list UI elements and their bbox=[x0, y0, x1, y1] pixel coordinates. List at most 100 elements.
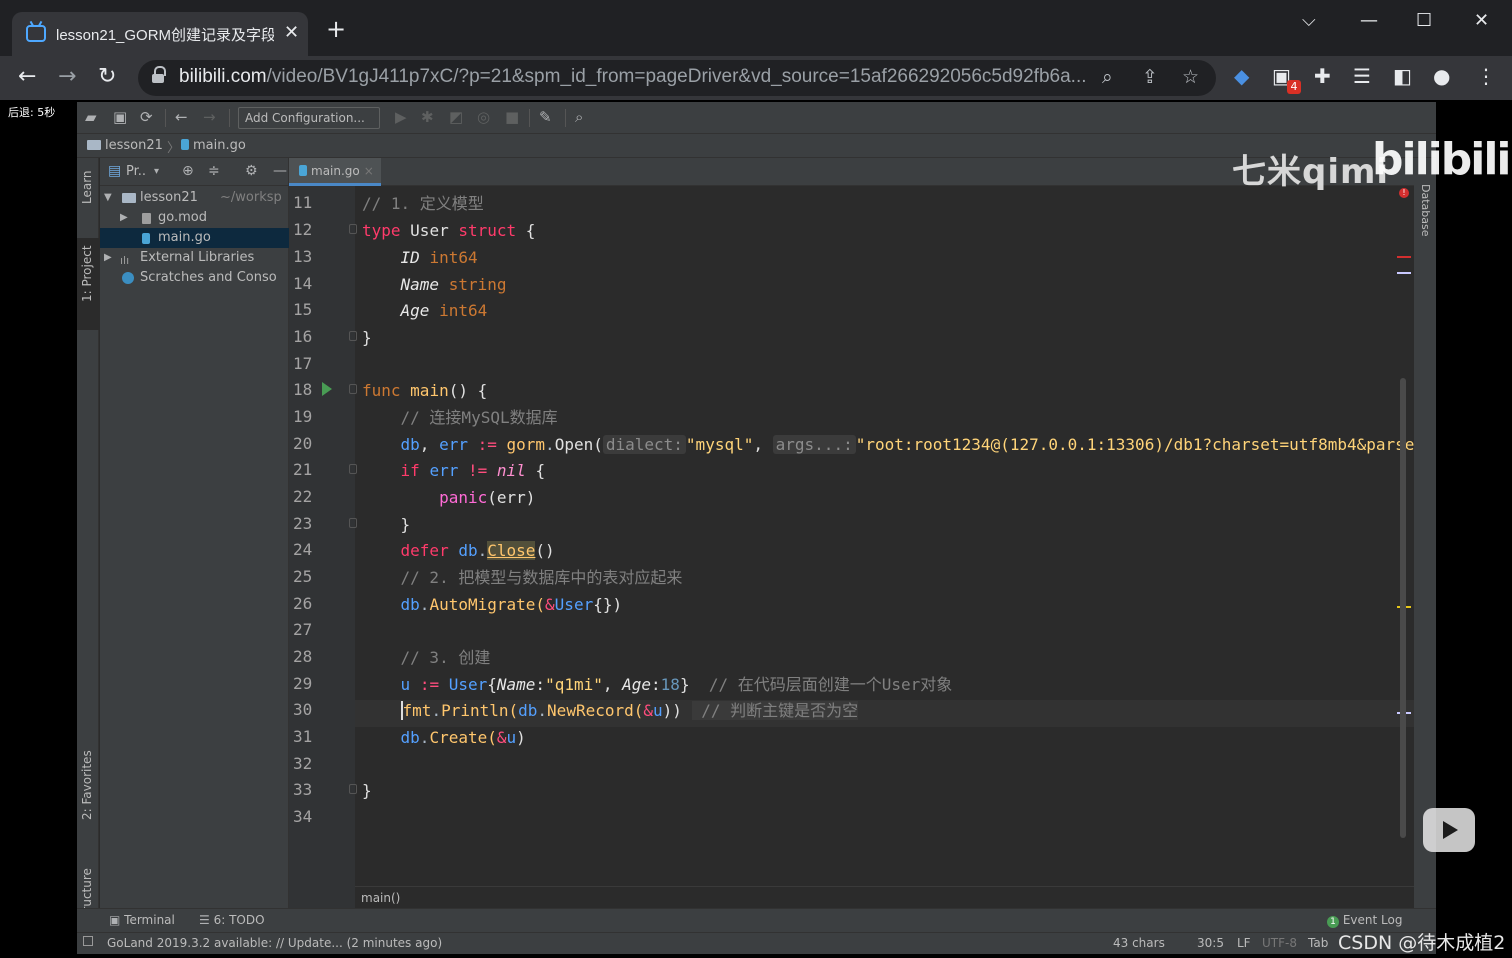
tree-item-go-mod[interactable]: ▶ go.mod bbox=[100, 208, 289, 228]
status-message[interactable]: GoLand 2019.3.2 available: // Update... … bbox=[107, 933, 442, 953]
tab-close-icon[interactable]: × bbox=[364, 164, 374, 178]
tab-close-icon[interactable]: ✕ bbox=[284, 22, 299, 43]
line-number: 11 bbox=[293, 193, 313, 212]
reading-list-icon[interactable]: ☰ bbox=[1353, 64, 1371, 88]
line-number: 22 bbox=[293, 487, 313, 506]
expand-arrow-icon[interactable]: ▼ bbox=[104, 188, 112, 208]
chevron-down-icon[interactable]: ▾ bbox=[154, 166, 159, 177]
open-folder-icon[interactable]: ▰ bbox=[85, 109, 97, 125]
tab-search-icon[interactable]: ⌵ bbox=[1302, 10, 1316, 31]
reload-button[interactable]: ↻ bbox=[98, 66, 116, 88]
new-tab-button[interactable]: + bbox=[326, 17, 346, 41]
bilibili-tv-icon bbox=[26, 25, 46, 42]
close-window-button[interactable]: ✕ bbox=[1474, 10, 1489, 31]
line-number: 23 bbox=[293, 514, 313, 533]
run-configuration-dropdown[interactable]: Add Configuration... bbox=[238, 107, 380, 129]
code-line-23: } bbox=[400, 515, 411, 534]
minimize-button[interactable]: — bbox=[1360, 10, 1378, 31]
profile-avatar-icon[interactable]: ● bbox=[1433, 64, 1450, 88]
back-button[interactable]: ← bbox=[18, 66, 36, 88]
navigate-back-icon[interactable]: ← bbox=[175, 109, 188, 125]
maximize-button[interactable]: ☐ bbox=[1416, 10, 1432, 31]
library-icon: ılı bbox=[120, 254, 130, 267]
line-number-gutter: 11 12 13 14 15 16 17 18 19 20 21 22 23 2… bbox=[289, 186, 357, 930]
settings-wrench-icon[interactable]: ✎ bbox=[539, 109, 552, 125]
caret-position[interactable]: 30:5 bbox=[1197, 933, 1224, 953]
menu-kebab-icon[interactable]: ⋮ bbox=[1476, 64, 1496, 88]
share-icon[interactable]: ⇪ bbox=[1142, 66, 1158, 88]
vertical-scrollbar[interactable] bbox=[1400, 378, 1406, 838]
run-icon[interactable]: ▶ bbox=[395, 109, 407, 125]
editor-tab-main-go[interactable]: main.go × bbox=[289, 158, 381, 186]
toggle-tool-windows-icon[interactable] bbox=[83, 936, 93, 946]
collapse-arrow-icon[interactable]: ▶ bbox=[120, 208, 128, 228]
profile-icon[interactable]: ◎ bbox=[477, 109, 490, 125]
run-gutter-icon[interactable] bbox=[322, 382, 332, 396]
breadcrumb-project[interactable]: lesson21 bbox=[87, 138, 163, 153]
tool-tab-favorites[interactable]: 2: Favorites bbox=[80, 750, 94, 820]
breadcrumb-separator: 〉 bbox=[167, 141, 181, 156]
browser-tab-bar: lesson21_GORM创建记录及字段 ✕ + ⌵ — ☐ ✕ bbox=[0, 0, 1512, 56]
breadcrumb-file[interactable]: main.go bbox=[181, 138, 246, 153]
url-text[interactable]: bilibili.com/video/BV1gJ411p7xC/?p=21&sp… bbox=[179, 66, 1089, 88]
editor-breadcrumb[interactable]: main() bbox=[355, 886, 1414, 908]
terminal-tab[interactable]: ▣ Terminal bbox=[109, 909, 175, 931]
tree-item-main-go[interactable]: main.go bbox=[100, 228, 289, 248]
debug-icon[interactable]: ✱ bbox=[421, 109, 434, 125]
scratches-icon bbox=[122, 272, 134, 284]
extension-badge: 4 bbox=[1287, 80, 1301, 94]
gear-icon[interactable]: ⚙ bbox=[245, 163, 258, 179]
navigate-forward-icon[interactable]: → bbox=[203, 109, 216, 125]
file-encoding[interactable]: UTF-8 bbox=[1262, 933, 1297, 953]
line-number: 15 bbox=[293, 300, 313, 319]
toolbar-divider bbox=[565, 109, 566, 127]
lock-icon[interactable] bbox=[152, 66, 166, 84]
code-line-33: } bbox=[362, 781, 372, 800]
code-line-21: if err != nil { bbox=[400, 461, 546, 480]
tree-item-external-libraries[interactable]: ▶ ılı External Libraries bbox=[100, 248, 289, 268]
hide-panel-icon[interactable]: — bbox=[273, 163, 287, 179]
error-indicator-icon[interactable]: ! bbox=[1399, 188, 1409, 198]
side-panel-icon[interactable]: ◧ bbox=[1393, 64, 1412, 88]
tool-tab-project[interactable]: 1: Project bbox=[80, 245, 94, 302]
indent-setting[interactable]: Tab bbox=[1308, 933, 1328, 953]
bilibili-play-icon[interactable] bbox=[1423, 808, 1475, 852]
bookmark-star-icon[interactable]: ☆ bbox=[1182, 66, 1199, 88]
project-view-selector[interactable]: Pr.. bbox=[126, 164, 146, 179]
extensions-puzzle-icon[interactable]: ✚ bbox=[1314, 64, 1331, 88]
line-number: 25 bbox=[293, 567, 313, 586]
search-everywhere-icon[interactable]: ⌕ bbox=[575, 109, 583, 125]
line-separator[interactable]: LF bbox=[1237, 933, 1251, 953]
extension-diamond-icon[interactable]: ◆ bbox=[1234, 64, 1249, 88]
zoom-icon[interactable]: ⌕ bbox=[1102, 66, 1113, 88]
line-number: 17 bbox=[293, 354, 313, 373]
browser-tab[interactable]: lesson21_GORM创建记录及字段 ✕ bbox=[12, 12, 308, 56]
error-stripe-mark[interactable] bbox=[1397, 256, 1411, 258]
stop-icon[interactable]: ■ bbox=[505, 109, 519, 125]
forward-button[interactable]: → bbox=[58, 66, 76, 88]
go-file-icon bbox=[299, 165, 307, 176]
toolbar-divider bbox=[229, 109, 230, 127]
code-editor[interactable]: // 1. 定义模型 type User struct { ID int64 N… bbox=[355, 186, 1414, 898]
collapse-all-icon[interactable]: ≑ bbox=[208, 163, 220, 179]
collapse-arrow-icon[interactable]: ▶ bbox=[104, 248, 112, 268]
line-number: 33 bbox=[293, 780, 313, 799]
terminal-icon: ▣ bbox=[109, 913, 125, 927]
line-number: 18 bbox=[293, 380, 313, 399]
address-bar[interactable]: bilibili.com/video/BV1gJ411p7xC/?p=21&sp… bbox=[138, 60, 1216, 96]
tree-item-scratches[interactable]: Scratches and Conso bbox=[100, 268, 289, 288]
tool-tab-database[interactable]: Database bbox=[1419, 184, 1432, 237]
locate-file-icon[interactable]: ⊕ bbox=[182, 163, 194, 179]
sync-icon[interactable]: ⟳ bbox=[140, 109, 153, 125]
tree-item-lesson21[interactable]: ▼ lesson21 ~/worksp bbox=[100, 188, 289, 208]
todo-tab[interactable]: ☰ 6: TODO bbox=[199, 909, 265, 931]
info-stripe-mark[interactable] bbox=[1397, 272, 1411, 274]
csdn-watermark: CSDN @待木成植2 bbox=[1338, 932, 1506, 954]
code-line-25: // 2. 把模型与数据库中的表对应起来 bbox=[400, 568, 683, 587]
coverage-icon[interactable]: ◩ bbox=[449, 109, 463, 125]
qimi-watermark: 七米qimi bbox=[1232, 152, 1390, 192]
event-count-badge: 1 bbox=[1327, 916, 1339, 928]
tool-tab-learn[interactable]: Learn bbox=[80, 170, 94, 204]
save-icon[interactable]: ▣ bbox=[113, 109, 127, 125]
line-number: 24 bbox=[293, 540, 313, 559]
